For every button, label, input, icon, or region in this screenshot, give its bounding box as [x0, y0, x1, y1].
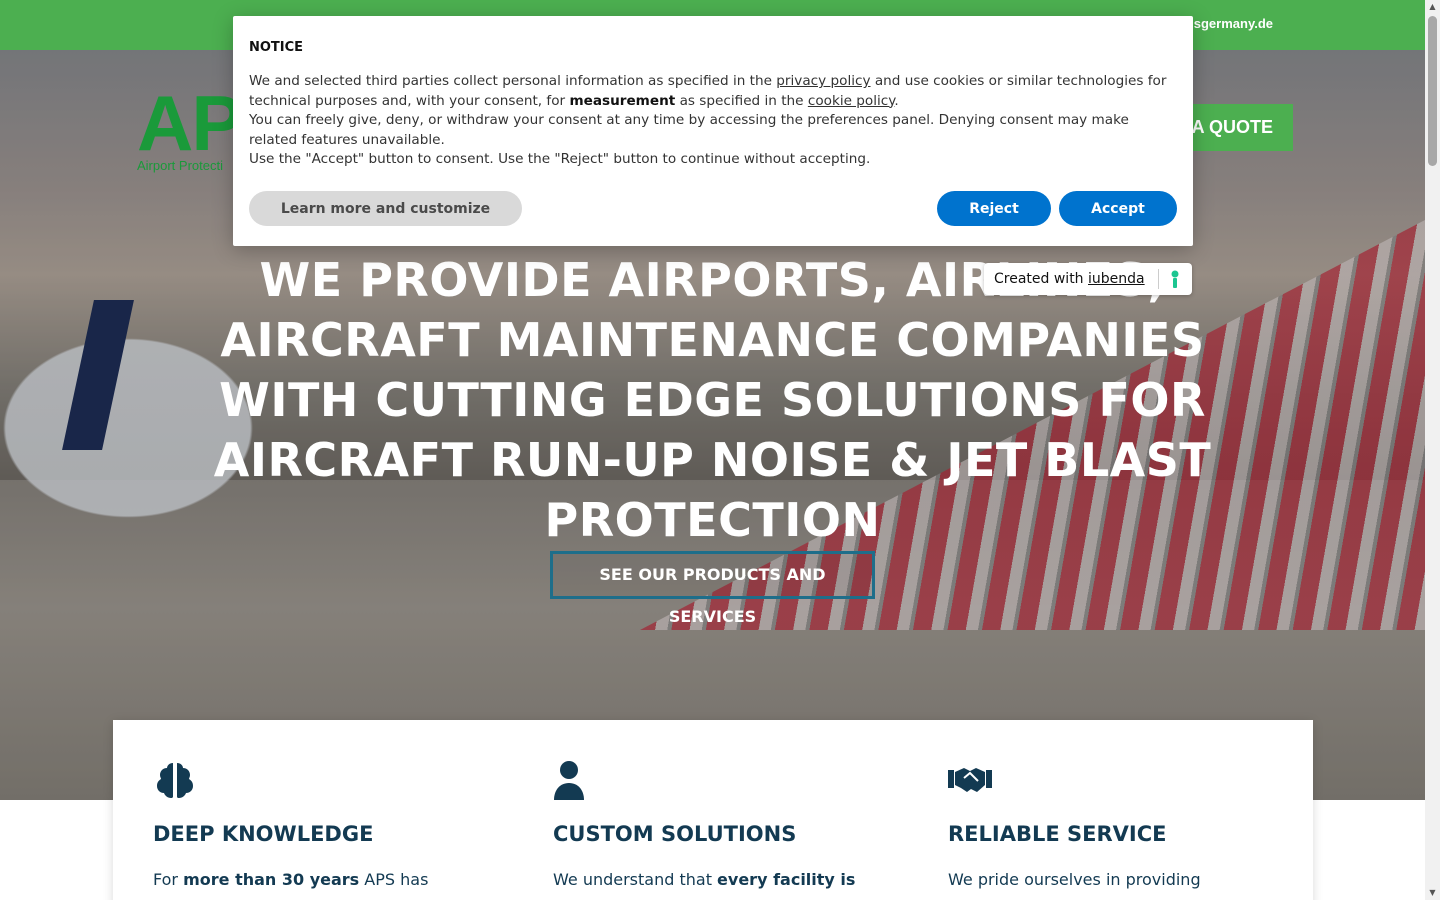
learn-more-customize-button[interactable]: Learn more and customize	[249, 191, 522, 226]
feature-title: DEEP KNOWLEDGE	[153, 822, 374, 846]
features-panel: DEEP KNOWLEDGE For more than 30 years AP…	[113, 720, 1313, 900]
logo-mark: AP	[137, 79, 243, 167]
handshake-icon	[948, 768, 992, 792]
notice-body: We and selected third parties collect pe…	[249, 73, 1167, 168]
notice-paragraph-3: Use the "Accept" button to consent. Use …	[249, 151, 871, 168]
feature-title: RELIABLE SERVICE	[948, 822, 1167, 846]
site-logo[interactable]: AP Airport Protecti	[137, 79, 243, 173]
feature-text: We pride ourselves in providing	[948, 870, 1201, 889]
contact-email-link[interactable]: sgermany.de	[1194, 16, 1273, 31]
scroll-up-arrow-icon[interactable]: ▲	[1428, 2, 1437, 12]
page-scrollbar[interactable]: ▲ ▼	[1425, 0, 1440, 900]
get-quote-button[interactable]: A QUOTE	[1176, 104, 1293, 151]
scrollbar-thumb[interactable]	[1428, 16, 1437, 166]
iubenda-badge: Created with iubenda	[984, 263, 1192, 295]
brain-icon	[157, 763, 193, 798]
cookie-notice-dialog: NOTICE We and selected third parties col…	[233, 16, 1193, 246]
badge-divider	[1158, 269, 1159, 289]
scroll-down-arrow-icon[interactable]: ▼	[1428, 888, 1437, 898]
cookie-policy-link[interactable]: cookie policy	[808, 93, 895, 109]
privacy-policy-link[interactable]: privacy policy	[776, 73, 870, 89]
hero-headline: WE PROVIDE AIRPORTS, AIRLINES, AIRCRAFT …	[213, 253, 1212, 547]
feature-title: CUSTOM SOLUTIONS	[553, 822, 797, 846]
products-services-button[interactable]: SEE OUR PRODUCTS AND SERVICES	[550, 551, 875, 626]
notice-title: NOTICE	[249, 40, 304, 55]
reject-button[interactable]: Reject	[937, 191, 1051, 226]
user-icon	[554, 761, 584, 800]
iubenda-link[interactable]: iubenda	[1088, 271, 1145, 287]
iubenda-logo-icon[interactable]	[1169, 270, 1181, 288]
feature-text: For more than 30 years APS has	[153, 870, 429, 889]
feature-text: We understand that every facility is	[553, 870, 856, 889]
accept-button[interactable]: Accept	[1059, 191, 1177, 226]
notice-paragraph-2: You can freely give, deny, or withdraw y…	[249, 112, 1129, 148]
